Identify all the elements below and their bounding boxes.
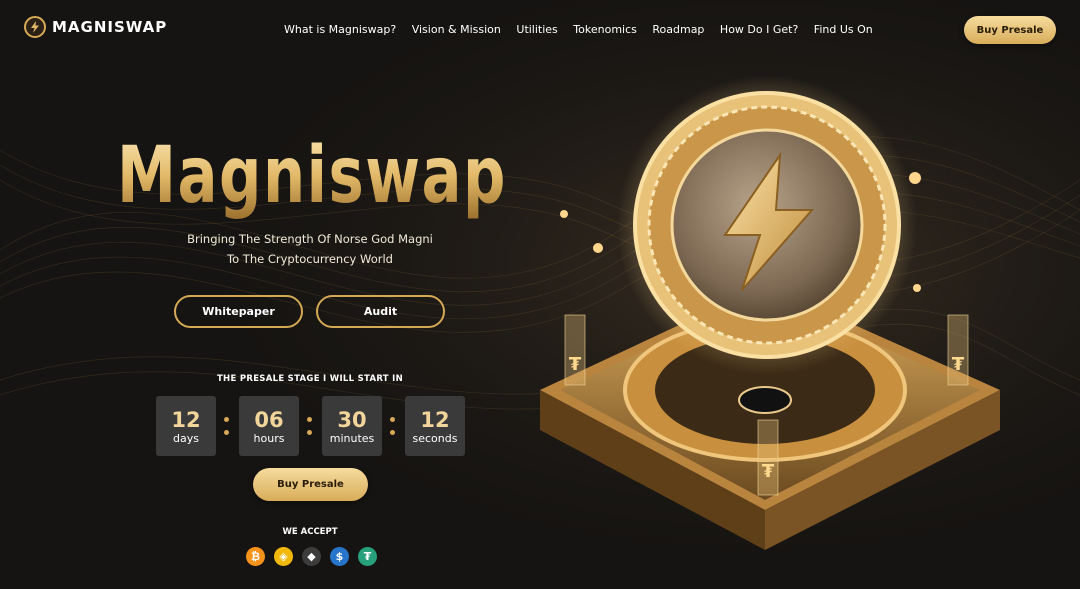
tagline-line-1: Bringing The Strength Of Norse God Magni — [187, 232, 433, 246]
header-buy-presale-button[interactable]: Buy Presale — [964, 16, 1056, 44]
svg-text:₮: ₮ — [762, 461, 775, 482]
hero-buy-presale-button[interactable]: Buy Presale — [253, 468, 368, 501]
countdown-minutes-value: 30 — [337, 407, 367, 432]
tagline-line-2: To The Cryptocurrency World — [227, 252, 393, 266]
countdown-separator — [307, 414, 313, 440]
hero-title: Magniswap — [117, 131, 507, 221]
coin-platform-illustration: ₮ ₮ ₮ — [540, 75, 1000, 550]
countdown-minutes-unit: minutes — [329, 431, 375, 445]
countdown-days-value: 12 — [171, 407, 201, 432]
nav-tokenomics[interactable]: Tokenomics — [573, 23, 637, 36]
countdown-hours: 06 hours — [239, 396, 299, 456]
audit-button[interactable]: Audit — [316, 295, 445, 328]
nav-roadmap[interactable]: Roadmap — [652, 23, 704, 36]
bnb-icon: ◈ — [274, 547, 293, 566]
whitepaper-button[interactable]: Whitepaper — [174, 295, 303, 328]
svg-text:₮: ₮ — [952, 354, 965, 375]
nav-vision-mission[interactable]: Vision & Mission — [412, 23, 501, 36]
usdc-icon: $ — [330, 547, 349, 566]
countdown-seconds: 12 seconds — [405, 396, 465, 456]
countdown-seconds-value: 12 — [420, 407, 450, 432]
countdown-separator — [390, 414, 396, 440]
tether-icon: ₮ — [358, 547, 377, 566]
we-accept-label: WE ACCEPT — [282, 527, 338, 537]
countdown-seconds-unit: seconds — [412, 431, 458, 445]
nav-utilities[interactable]: Utilities — [516, 23, 557, 36]
nav-what-is[interactable]: What is Magniswap? — [284, 23, 396, 36]
bitcoin-icon: ₿ — [246, 547, 265, 566]
brand-logo[interactable]: MAGNISWAP — [24, 16, 167, 38]
nav-how-do-i-get[interactable]: How Do I Get? — [720, 23, 798, 36]
ethereum-icon: ◆ — [302, 547, 321, 566]
countdown-days: 12 days — [156, 396, 216, 456]
hero-title-text: Magniswap — [117, 131, 507, 221]
lightning-logo-icon — [24, 16, 46, 38]
main-nav: What is Magniswap? Vision & Mission Util… — [284, 23, 888, 36]
svg-text:₮: ₮ — [569, 354, 582, 375]
hero-tagline: Bringing The Strength Of Norse God Magni… — [160, 229, 460, 269]
nav-find-us-on[interactable]: Find Us On — [814, 23, 873, 36]
countdown-days-unit: days — [173, 431, 199, 445]
brand-name: MAGNISWAP — [52, 18, 168, 36]
accepted-coins: ₿ ◈ ◆ $ ₮ — [246, 547, 377, 566]
countdown-hours-value: 06 — [254, 407, 284, 432]
countdown-separator — [224, 414, 230, 440]
countdown-hours-unit: hours — [253, 431, 285, 445]
countdown-minutes: 30 minutes — [322, 396, 382, 456]
presale-countdown-label: THE PRESALE STAGE I WILL START IN — [216, 374, 404, 384]
